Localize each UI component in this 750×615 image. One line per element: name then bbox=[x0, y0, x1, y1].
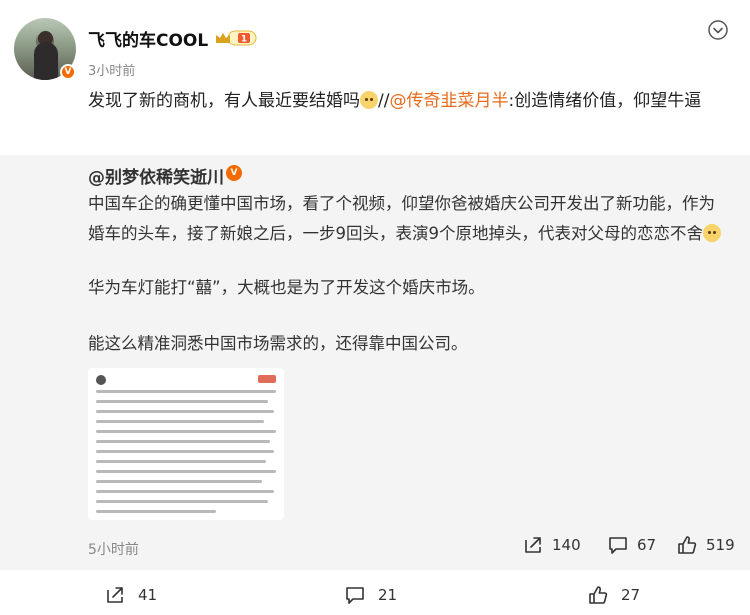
repost-image-thumbnail[interactable] bbox=[88, 368, 284, 520]
thumbnail-avatar bbox=[96, 375, 106, 385]
like-button[interactable]: 27 bbox=[587, 584, 640, 606]
post-text-main: 发现了新的商机，有人最近要结婚吗 bbox=[88, 91, 360, 111]
repost-share-button[interactable]: 140 bbox=[522, 533, 581, 557]
level-number: 1 bbox=[241, 35, 247, 45]
chevron-down-icon[interactable] bbox=[708, 20, 728, 40]
thumbnail-tag bbox=[258, 375, 276, 383]
repost-comment-count: 67 bbox=[637, 536, 657, 554]
reposted-weibo[interactable]: @别梦依稀笑逝川 V 中国车企的确更懂中国市场，看了个视频，仰望你爸被婚庆公司开… bbox=[0, 155, 750, 570]
share-count: 41 bbox=[138, 586, 158, 604]
comment-count: 21 bbox=[378, 586, 398, 604]
vip-level-badge: 1 bbox=[216, 30, 257, 46]
thumbnail-text-line bbox=[96, 440, 270, 443]
repost-paragraph-3: 能这么精准洞悉中国市场需求的，还得靠中国公司。 bbox=[88, 334, 468, 353]
post-text: 发现了新的商机，有人最近要结婚吗 //@传奇韭菜月半:创造情绪价值，仰望牛逼 bbox=[88, 86, 728, 116]
repost-paragraph-1: 中国车企的确更懂中国市场，看了个视频，仰望你爸被婚庆公司开发出了新功能，作为婚车… bbox=[88, 189, 728, 249]
thumbnail-text-line bbox=[96, 500, 268, 503]
doge-emoji-icon bbox=[703, 224, 721, 242]
thumbnail-text-line bbox=[96, 410, 274, 413]
thumbnail-text-line bbox=[96, 470, 276, 473]
repost-paragraph-2: 华为车灯能打“囍”，大概也是为了开发这个婚庆市场。 bbox=[88, 278, 485, 297]
thumbnail-text-line bbox=[96, 510, 216, 513]
weibo-post: V 飞飞的车COOL 1 3小时前 发现了新的商机，有人最近要结婚吗 //@传奇韭… bbox=[0, 0, 750, 615]
share-icon bbox=[525, 537, 541, 553]
thumbnail-text-line bbox=[96, 430, 276, 433]
repost-like-button[interactable]: 519 bbox=[676, 533, 735, 557]
repost-time: 5小时前 bbox=[88, 542, 139, 558]
thumbnail-text-line bbox=[96, 390, 276, 393]
share-icon bbox=[107, 587, 123, 603]
like-count: 27 bbox=[621, 586, 641, 604]
repost-verified-badge: V bbox=[226, 165, 242, 181]
author-name[interactable]: 飞飞的车COOL bbox=[88, 26, 208, 51]
repost-share-count: 140 bbox=[552, 536, 581, 554]
doge-emoji-icon bbox=[360, 91, 378, 109]
repost-paragraph-1-text: 中国车企的确更懂中国市场，看了个视频，仰望你爸被婚庆公司开发出了新功能，作为婚车… bbox=[88, 194, 715, 243]
thumbnail-text-line bbox=[96, 420, 264, 423]
post-time: 3小时前 bbox=[88, 64, 136, 79]
thumbnail-text-line bbox=[96, 480, 262, 483]
repost-comment-button[interactable]: 67 bbox=[607, 533, 656, 557]
thumbnail-text-line bbox=[96, 460, 266, 463]
mention-link[interactable]: @传奇韭菜月半 bbox=[389, 91, 508, 111]
thumbnail-text-line bbox=[96, 450, 274, 453]
repost-author[interactable]: @别梦依稀笑逝川 bbox=[88, 163, 224, 188]
thumbnail-text-line bbox=[96, 490, 274, 493]
thumbs-up-icon bbox=[678, 536, 697, 554]
repost-separator: // bbox=[378, 91, 390, 111]
comment-button[interactable]: 21 bbox=[344, 584, 397, 606]
action-bar: 41 21 27 bbox=[0, 578, 750, 615]
verified-badge: V bbox=[60, 64, 76, 80]
thumbs-up-icon bbox=[589, 586, 608, 604]
thumbnail-text-line bbox=[96, 400, 268, 403]
repost-like-count: 519 bbox=[706, 536, 735, 554]
comment-icon bbox=[346, 587, 364, 604]
share-button[interactable]: 41 bbox=[104, 584, 157, 606]
avatar-figure bbox=[34, 42, 58, 80]
post-text-tail: :创造情绪价值，仰望牛逼 bbox=[508, 91, 702, 111]
comment-icon bbox=[609, 537, 627, 554]
